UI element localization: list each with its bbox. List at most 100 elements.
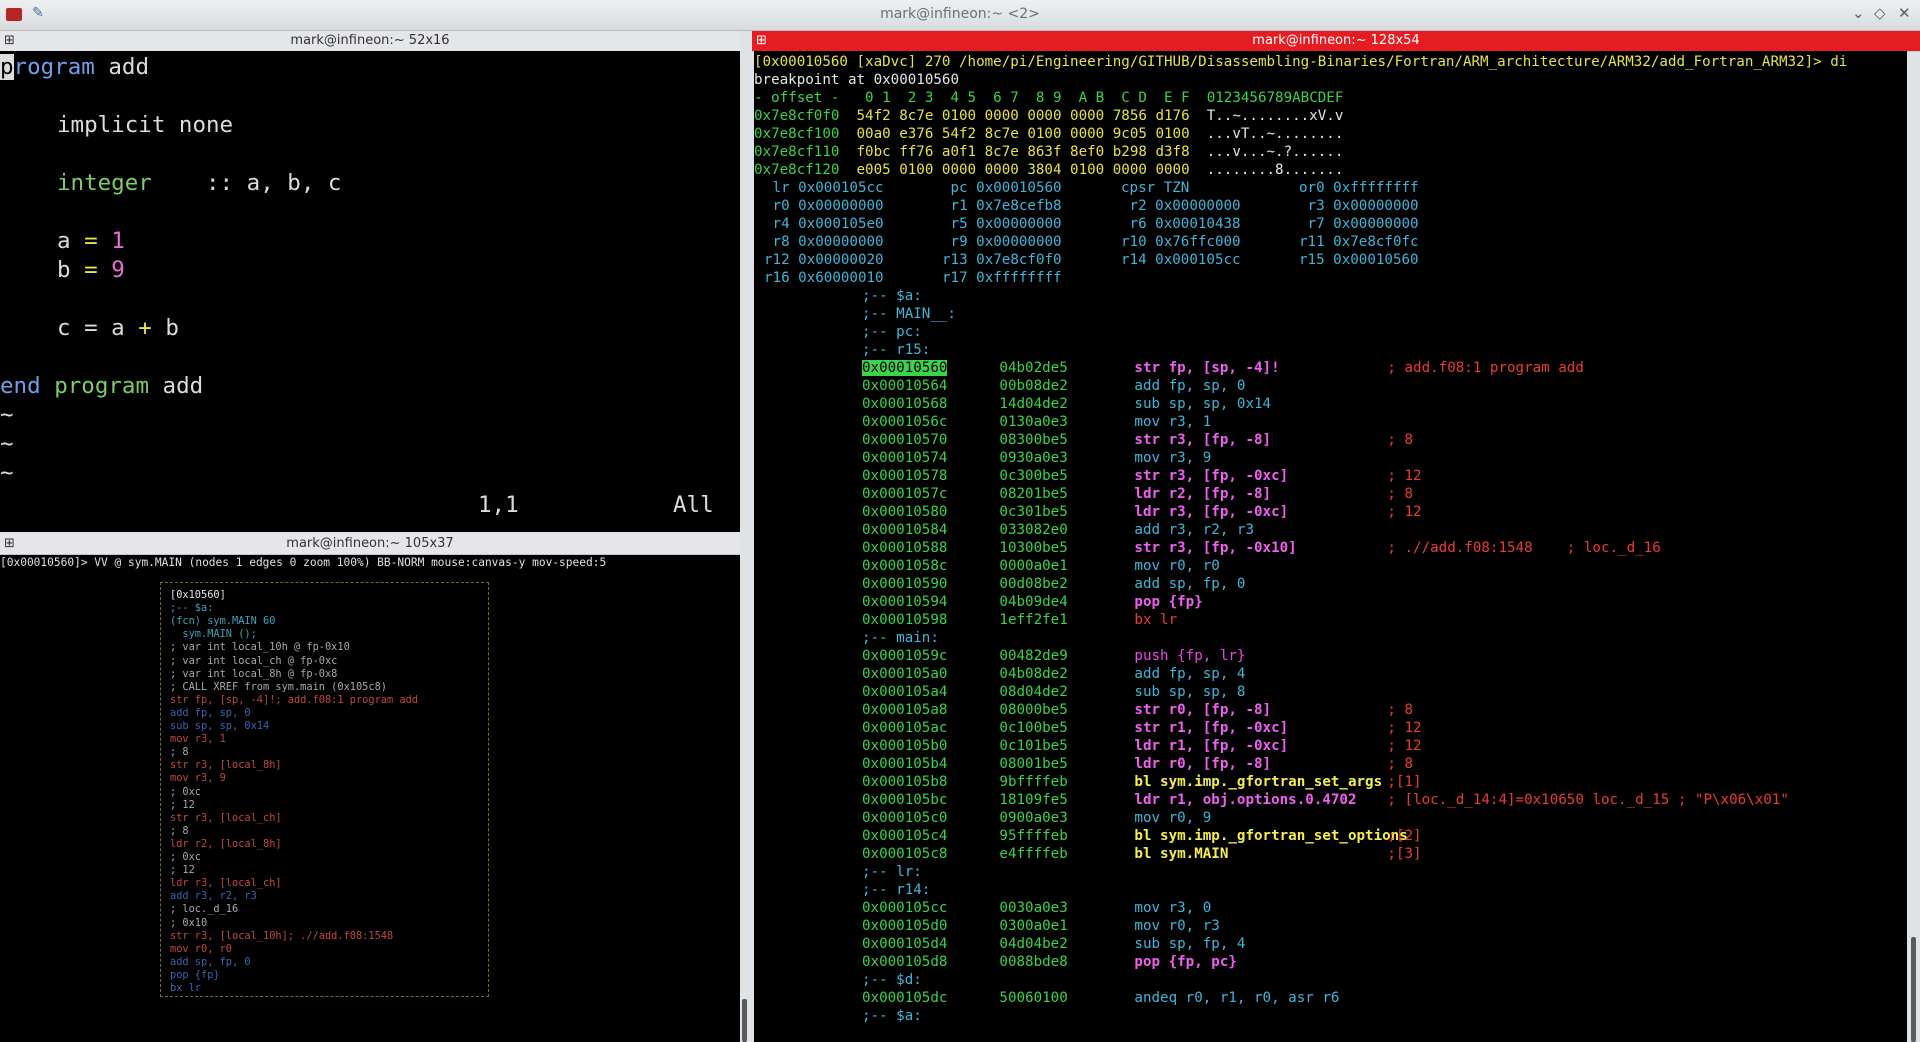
graph-line: str r3, [local_8h] <box>170 759 282 772</box>
graph-line: ; 8 <box>170 824 189 837</box>
instruction-bytes: 0c101be5 <box>999 738 1068 754</box>
hex-address: 0x7e8cf0f0 <box>754 108 840 124</box>
terminal-line: 0x000105a0 04b08de2 add fp, sp, 4 <box>862 665 1387 683</box>
split-view-icon[interactable]: ⊞ <box>756 31 767 51</box>
instruction-address: 0x000105a0 <box>862 666 948 682</box>
sum-line-right: b <box>151 315 179 341</box>
plus-op: + <box>138 315 152 341</box>
instruction-text: pop {fp} <box>1134 594 1203 610</box>
instruction-comment: ; 12 <box>1387 504 1422 520</box>
graph-line: ; var int local_ch @ fp-0xc <box>170 654 338 667</box>
instruction-address: 0x000105a4 <box>862 684 948 700</box>
graph-line: (fcn) sym.MAIN 60 <box>170 615 276 628</box>
register-value: 0x00000000 <box>1333 198 1419 214</box>
empty-line-marker: ~ <box>0 402 14 428</box>
terminal-line: 0x00010590 00d08be2 add sp, fp, 0 <box>862 575 1387 593</box>
register-entry: r12 0x00000020 <box>764 251 884 269</box>
flag-label: ;-- r15: <box>862 342 931 358</box>
instruction-address: 0x000105ac <box>862 720 948 736</box>
register-name: r3 <box>1299 198 1334 214</box>
graph-pane-header[interactable]: ⊞ mark@infineon:~ 105x37 <box>0 534 740 555</box>
terminal-line: ;-- $a: <box>862 287 922 305</box>
register-entry: r3 0x00000000 <box>1299 197 1419 215</box>
instruction-address: 0x00010598 <box>862 612 948 628</box>
instruction-address: 0x00010578 <box>862 468 948 484</box>
terminal-line: ;-- pc: <box>862 323 922 341</box>
program-name: add <box>94 54 150 80</box>
instruction-bytes: 00b08de2 <box>999 378 1068 394</box>
instruction-bytes: 033082e0 <box>999 522 1068 538</box>
pane-splitter[interactable] <box>740 31 752 1042</box>
graph-line: ; 0x10 <box>170 916 208 929</box>
register-value: 0x00000020 <box>798 252 884 268</box>
r2-scrollbar[interactable] <box>1911 937 1916 1042</box>
hex-bytes: 54f2 8c7e 0100 0000 0000 0000 7856 d176 <box>839 108 1190 124</box>
pane-splitter[interactable] <box>0 532 740 534</box>
instruction-address: 0x000105b4 <box>862 756 948 772</box>
terminal-line: 0x00010560 04b02de5 str fp, [sp, -4]! ; add… <box>862 359 1584 377</box>
hex-ascii: ........8....... <box>1189 162 1344 178</box>
graph-line: str r3, [local_ch] <box>170 811 282 824</box>
terminal-line: 0x00010568 14d04de2 sub sp, sp, 0x14 <box>862 395 1387 413</box>
vim-pane-header[interactable]: ⊞ mark@infineon:~ 52x16 <box>0 31 740 52</box>
hex-ascii: ...v...~.?...... <box>1189 144 1344 160</box>
close-icon[interactable]: ✕ <box>1898 4 1911 22</box>
terminal-line: ;-- r14: <box>862 881 930 899</box>
terminal-line: [0x00010560 [xaDvc] 270 /home/pi/Enginee… <box>754 53 1847 71</box>
terminal-line: 0x0001057c 08201be5 ldr r2, [fp, -8] ; 8 <box>862 485 1413 503</box>
terminal-line: 0x000105b4 08001be5 ldr r0, [fp, -8] ; 8 <box>862 755 1413 773</box>
instruction-address: 0x00010580 <box>862 504 948 520</box>
register-value: 0xffffffff <box>1333 180 1419 196</box>
instruction-address: 0x000105c4 <box>862 828 948 844</box>
graph-scrollbar[interactable] <box>742 999 747 1042</box>
window-title: mark@infineon:~ <2> <box>880 6 1040 22</box>
register-name: r6 <box>1121 216 1156 232</box>
instruction-text: sub sp, sp, 0x14 <box>1134 396 1272 412</box>
r2-debugger-terminal[interactable]: [0x00010560 [xaDvc] 270 /home/pi/Enginee… <box>754 51 1907 1042</box>
split-view-icon[interactable]: ⊞ <box>4 534 15 554</box>
instruction-bytes: 04b08de2 <box>999 666 1068 682</box>
terminal-line: 0x000105b8 9bffffeb bl sym.imp._gfortran_s… <box>862 773 1422 791</box>
terminal-line: 0x7e8cf110 f0bc ff76 a0f1 8c7e 863f 8ef0… <box>754 143 1343 161</box>
terminal-line: 0x7e8cf0f0 54f2 8c7e 0100 0000 0000 0000… <box>754 107 1343 125</box>
instruction-text: pop {fp, pc} <box>1134 954 1237 970</box>
register-name: r0 <box>764 198 799 214</box>
flag-label: ;-- r14: <box>862 882 931 898</box>
register-name: r5 <box>942 216 977 232</box>
graph-line: ; 8 <box>170 746 189 759</box>
hex-ascii: ...vT..~........ <box>1189 126 1344 142</box>
split-view-icon[interactable]: ⊞ <box>4 31 15 51</box>
instruction-comment: ;[1] <box>1387 774 1422 790</box>
literal-1: 1 <box>111 228 125 254</box>
r2-pane-header[interactable]: ⊞ mark@infineon:~ 128x54 <box>752 31 1920 52</box>
maximize-icon[interactable]: ◇ <box>1874 4 1886 22</box>
graph-line: [0x10560] <box>170 589 226 601</box>
graph-node-box[interactable]: [0x10560] ;-- $a: (fcn) sym.MAIN 60 sym.MA… <box>160 582 489 997</box>
graph-line: ; 0xc <box>170 785 201 798</box>
instruction-text: bx lr <box>1134 612 1178 628</box>
register-name: r15 <box>1299 252 1334 268</box>
register-entry: r1 0x7e8cefb8 <box>942 197 1062 215</box>
register-name: r2 <box>1121 198 1156 214</box>
instruction-comment: ; add.f08:1 program add <box>1387 360 1584 376</box>
instruction-address: 0x000105bc <box>862 792 948 808</box>
minimize-icon[interactable]: ⌄ <box>1852 4 1865 22</box>
instruction-text: mov r0, r3 <box>1134 918 1220 934</box>
instruction-text: sub sp, fp, 4 <box>1134 936 1246 952</box>
instruction-bytes: 0130a0e3 <box>999 414 1068 430</box>
graph-line: add fp, sp, 0 <box>170 706 251 719</box>
r2-graph-terminal[interactable]: [0x00010560]> VV @ sym.MAIN (nodes 1 edg… <box>0 555 740 1042</box>
graph-line: add sp, fp, 0 <box>170 955 251 968</box>
register-name: r9 <box>942 234 977 250</box>
register-name: lr <box>764 180 799 196</box>
register-name: r12 <box>764 252 799 268</box>
instruction-comment: ; 12 <box>1387 468 1422 484</box>
terminal-line: 0x00010580 0c301be5 ldr r3, [fp, -0xc] ; 12 <box>862 503 1422 521</box>
instruction-bytes: 08201be5 <box>999 486 1068 502</box>
terminal-line: 0x00010598 1eff2fe1 bx lr <box>862 611 1387 629</box>
register-entry: r5 0x00000000 <box>942 215 1062 233</box>
vim-terminal[interactable]: program add implicit none integer :: a, … <box>0 51 740 532</box>
instruction-bytes: 95ffffeb <box>999 828 1068 844</box>
instruction-bytes: 0930a0e3 <box>999 450 1068 466</box>
hex-bytes: 00a0 e376 54f2 8c7e 0100 0000 9c05 0100 <box>839 126 1190 142</box>
